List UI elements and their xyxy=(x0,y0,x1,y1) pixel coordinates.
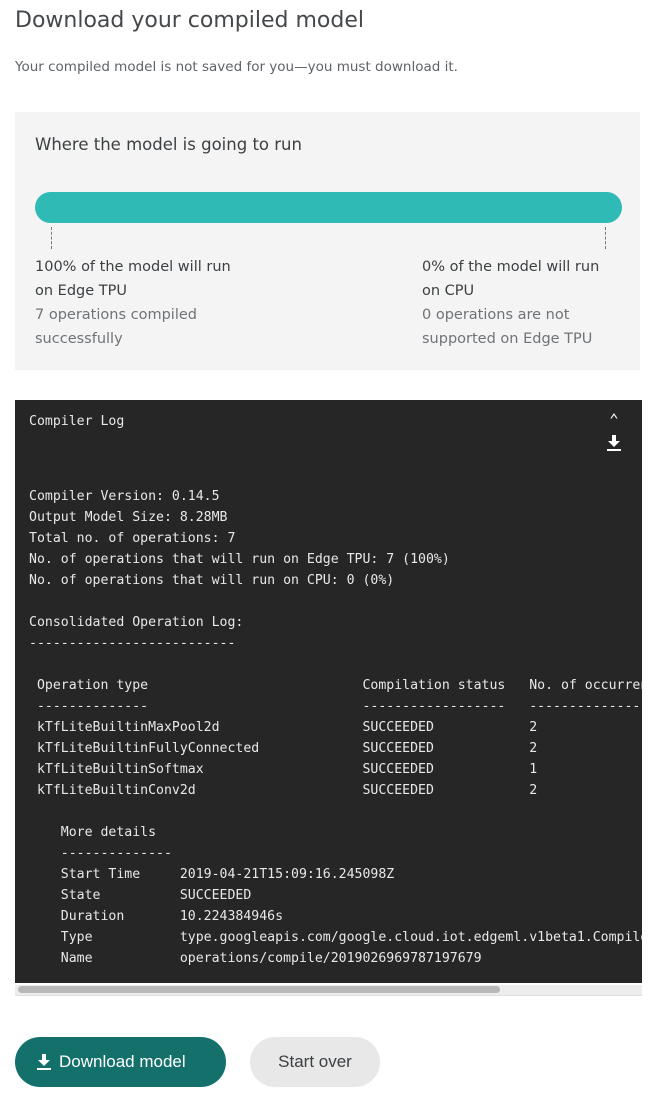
compiler-log-panel[interactable]: Compiler Log ⌃ Compiler Version: 0.14.5 … xyxy=(15,400,642,983)
edge-tpu-percent-line1: 100% of the model will run xyxy=(35,259,231,275)
start-over-button[interactable]: Start over xyxy=(250,1037,380,1087)
page-subtitle: Your compiled model is not saved for you… xyxy=(15,59,458,75)
compiler-log-title: Compiler Log xyxy=(29,414,125,429)
edge-tpu-ops-line2: successfully xyxy=(35,331,123,347)
scrollbar-thumb[interactable] xyxy=(18,986,500,993)
download-model-label: Download model xyxy=(59,1052,186,1071)
page-title: Download your compiled model xyxy=(15,8,364,33)
model-run-panel: Where the model is going to run 100% of … xyxy=(15,112,640,370)
cpu-ops-line2: supported on Edge TPU xyxy=(422,331,593,347)
cpu-stat: 0% of the model will run on CPU 0 operat… xyxy=(422,255,632,351)
cpu-ops-line1: 0 operations are not xyxy=(422,307,570,323)
edge-tpu-ops-line1: 7 operations compiled xyxy=(35,307,197,323)
download-model-button[interactable]: Download model xyxy=(15,1037,226,1087)
edge-tpu-stat: 100% of the model will run on Edge TPU 7… xyxy=(35,255,265,351)
log-horizontal-scrollbar[interactable] xyxy=(15,985,642,996)
cpu-percent-line2: on CPU xyxy=(422,283,475,299)
download-icon xyxy=(37,1054,51,1070)
chevron-up-icon[interactable]: ⌃ xyxy=(604,411,624,429)
run-panel-title: Where the model is going to run xyxy=(35,135,302,154)
edge-tpu-percent-line2: on Edge TPU xyxy=(35,283,127,299)
cpu-percent-line1: 0% of the model will run xyxy=(422,259,600,275)
edge-tpu-marker xyxy=(51,227,52,249)
cpu-marker xyxy=(605,227,606,249)
compiler-log-text: Compiler Version: 0.14.5 Output Model Si… xyxy=(29,489,642,966)
download-icon[interactable] xyxy=(604,435,624,455)
edge-tpu-progress-bar xyxy=(35,192,622,223)
